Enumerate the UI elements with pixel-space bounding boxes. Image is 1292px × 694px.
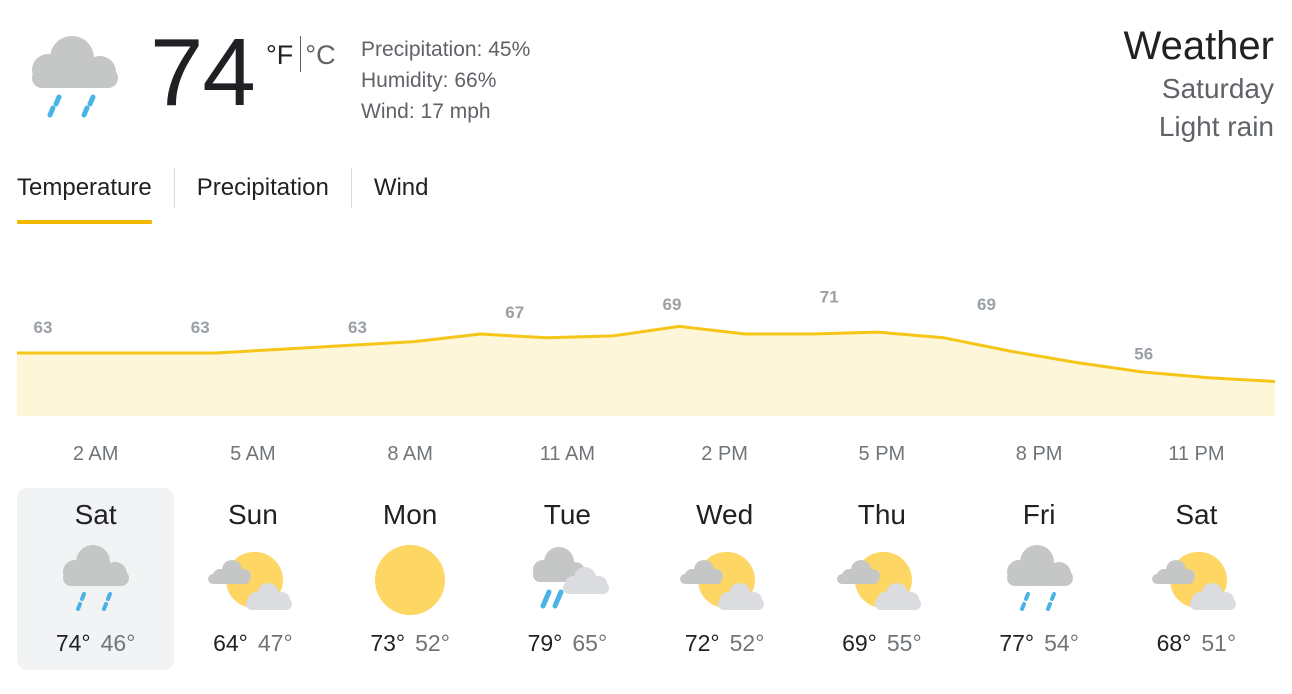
hour-tick-label: 2 PM (701, 443, 748, 465)
day-card-sun[interactable]: Sun 64° 47° (174, 488, 331, 670)
temperature-value-label: 63 (348, 318, 367, 337)
day-name: Wed (696, 499, 754, 530)
day-name: Thu (857, 499, 906, 530)
tab-divider (173, 168, 175, 208)
partly-cloudy-night-icon (208, 551, 293, 610)
day-name: Sun (227, 499, 278, 530)
hour-tick-label: 8 AM (387, 443, 433, 465)
humidity-detail: Humidity: 66% (361, 69, 497, 92)
hour-tick-label: 5 PM (859, 443, 906, 465)
rain-cloud-icon (32, 36, 118, 118)
day-temperatures: 69° 55° (803, 628, 960, 658)
day-card-fri[interactable]: Fri 77° 54° (961, 488, 1118, 670)
weather-details: Precipitation: 45% Humidity: 66% Wind: 1… (361, 34, 530, 127)
tab-divider (350, 168, 352, 208)
day-weather-icon (47, 538, 143, 622)
low-temperature: 65° (572, 630, 608, 656)
low-temperature: 52° (729, 630, 765, 656)
temperature-value-label: 69 (663, 295, 682, 314)
day-weather-icon (991, 538, 1087, 622)
day-temperatures: 79° 65° (489, 628, 646, 658)
low-temperature: 46° (100, 630, 136, 656)
high-temperature: 68° (1156, 630, 1192, 656)
tab-wind[interactable]: Wind (374, 168, 429, 224)
day-weather-icon (204, 538, 300, 622)
current-weather-icon (22, 28, 128, 124)
high-temperature: 73° (370, 630, 406, 656)
day-temperatures: 64° 47° (174, 628, 331, 658)
temperature-value-label: 63 (34, 318, 53, 337)
day-card-mon[interactable]: Mon 73° 52° (332, 488, 489, 670)
day-card-thu[interactable]: Thu 69° 55° (803, 488, 960, 670)
wind-detail: Wind: 17 mph (361, 100, 491, 123)
day-name: Tue (543, 499, 591, 530)
temperature-area (17, 326, 1275, 416)
low-temperature: 52° (415, 630, 450, 656)
current-day: Saturday (1161, 73, 1274, 104)
day-weather-icon (676, 538, 772, 622)
day-weather-icon (362, 538, 458, 622)
precipitation-detail: Precipitation: 45% (361, 38, 531, 61)
high-temperature: 79° (527, 630, 563, 656)
day-card-sat[interactable]: Sat 68° 51° (1118, 488, 1275, 670)
day-temperatures: 72° 52° (646, 628, 803, 658)
low-temperature: 47° (257, 630, 293, 656)
day-temperatures: 74° 46° (17, 628, 174, 658)
hour-tick-label: 5 AM (230, 443, 276, 465)
fahrenheit-unit[interactable]: °F (266, 38, 293, 72)
current-temperature: 74 (150, 19, 256, 126)
high-temperature: 72° (684, 630, 720, 656)
day-weather-icon (519, 538, 615, 622)
weather-headline: Weather Saturday Light rain (1124, 22, 1274, 146)
tab-temperature[interactable]: Temperature (17, 168, 152, 224)
day-name: Sat (74, 499, 117, 530)
day-name: Sat (1175, 499, 1218, 530)
day-card-wed[interactable]: Wed 72° 52° (646, 488, 803, 670)
tab-precipitation[interactable]: Precipitation (197, 168, 329, 224)
hourly-temperature-chart[interactable]: 63 63 63 67 69 71 69 56 2 AM 5 AM 8 AM 11 AM 2 PM 5 … (0, 280, 1292, 480)
current-condition: Light rain (1158, 111, 1274, 142)
day-card-sat[interactable]: Sat 74° 46° (17, 488, 175, 670)
chart-tabs: Temperature Precipitation Wind (17, 168, 429, 224)
day-weather-icon (1148, 538, 1244, 622)
temperature-value-label: 67 (505, 303, 524, 322)
hour-tick-label: 8 PM (1016, 443, 1063, 465)
temperature-value-label: 63 (191, 318, 210, 337)
partly-cloudy-night-icon (837, 551, 922, 610)
celsius-unit[interactable]: °C (305, 38, 335, 72)
high-temperature: 77° (999, 630, 1035, 656)
day-weather-icon (833, 538, 929, 622)
day-temperatures: 77° 54° (961, 628, 1118, 658)
partly-cloudy-night-icon (1151, 551, 1236, 610)
day-name: Fri (1022, 499, 1056, 530)
day-name: Mon (382, 499, 438, 530)
temperature-value-label: 71 (820, 288, 839, 307)
hour-tick-label: 11 PM (1168, 443, 1224, 465)
day-temperatures: 68° 51° (1118, 628, 1275, 658)
daily-forecast: Sat 74° 46° Sun 64° 47° Mon 73° 52° Tue … (17, 488, 1275, 672)
unit-separator (300, 36, 302, 72)
temperature-value-label: 69 (977, 295, 996, 314)
low-temperature: 54° (1044, 630, 1079, 656)
hour-tick-label: 2 AM (73, 443, 119, 465)
high-temperature: 69° (842, 630, 877, 656)
high-temperature: 74° (55, 630, 91, 656)
partly-cloudy-night-icon (680, 551, 764, 610)
low-temperature: 51° (1201, 630, 1237, 656)
sun-icon (374, 545, 445, 615)
rain-cloud-icon (63, 545, 129, 611)
day-temperatures: 73° 52° (332, 628, 489, 658)
rain-cloud-icon (1006, 545, 1073, 611)
high-temperature: 64° (213, 630, 248, 656)
unit-toggle: °F °C (266, 36, 336, 72)
hour-tick-label: 11 AM (540, 443, 595, 465)
low-temperature: 55° (886, 630, 922, 656)
day-card-tue[interactable]: Tue 79° 65° (489, 488, 646, 670)
temperature-value-label: 56 (1134, 345, 1153, 364)
weather-title: Weather (1123, 24, 1274, 68)
rain-and-clouds-icon (532, 547, 609, 609)
